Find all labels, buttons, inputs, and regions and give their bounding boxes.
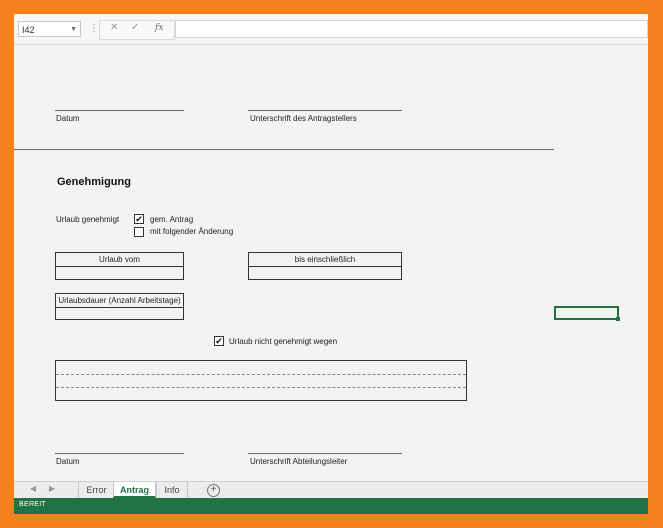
formula-input[interactable] xyxy=(175,20,648,38)
date-line-top xyxy=(55,110,184,111)
chevron-down-icon[interactable]: ▼ xyxy=(70,22,77,38)
worksheet[interactable]: Datum Unterschrift des Antragstellers Ge… xyxy=(14,45,648,482)
status-bar: BEREIT xyxy=(14,498,648,514)
check-icon: ✔ xyxy=(135,214,143,224)
drag-handle-icon[interactable]: ⋮ xyxy=(89,23,99,34)
selected-cell-I42[interactable] xyxy=(554,306,620,321)
tab-antrag[interactable]: Antrag xyxy=(113,482,156,498)
with-changes-label: mit folgender Änderung xyxy=(150,227,234,236)
applicant-signature-label: Unterschrift des Antragstellers xyxy=(250,114,357,123)
leave-duration-label: Urlaubsdauer (Anzahl Arbeitstage) xyxy=(56,294,183,308)
cancel-icon[interactable]: ✕ xyxy=(110,22,118,33)
formula-buttons: ✕ ✓ fx xyxy=(99,20,175,40)
approval-heading: Genehmigung xyxy=(57,176,131,188)
name-box[interactable]: I42 ▼ xyxy=(18,21,81,37)
sheet-tabs-bar: ◀ ▶ Error Antrag Info + xyxy=(14,481,648,499)
add-sheet-icon[interactable]: + xyxy=(207,484,220,497)
leave-until-cell[interactable] xyxy=(249,267,401,280)
not-approved-label: Urlaub nicht genehmigt wegen xyxy=(229,337,338,346)
checkbox-as-requested[interactable]: ✔ xyxy=(134,214,144,224)
leave-until-label: bis einschließlich xyxy=(249,253,401,267)
leave-from-cell[interactable] xyxy=(56,267,183,280)
date-label-top: Datum xyxy=(56,114,80,123)
check-icon[interactable]: ✓ xyxy=(131,22,139,33)
signature-line-bottom xyxy=(248,453,402,454)
insert-function-icon[interactable]: fx xyxy=(155,23,163,33)
excel-window: I42 ▼ ⋮ ✕ ✓ fx Datum Unterschrift des An… xyxy=(14,14,648,514)
leave-duration-box: Urlaubsdauer (Anzahl Arbeitstage) xyxy=(55,293,184,320)
as-requested-label: gem. Antrag xyxy=(150,215,194,224)
leave-from-box: Urlaub vom xyxy=(55,252,184,280)
reason-box[interactable] xyxy=(55,360,467,401)
name-box-value: I42 xyxy=(22,25,35,35)
section-divider xyxy=(14,149,554,150)
date-label-bottom: Datum xyxy=(56,457,80,466)
date-line-bottom xyxy=(55,453,184,454)
leave-duration-cell[interactable] xyxy=(56,308,183,321)
formula-bar: I42 ▼ ⋮ ✕ ✓ fx xyxy=(14,14,648,45)
leave-approved-label: Urlaub genehmigt xyxy=(56,215,120,224)
leave-until-box: bis einschließlich xyxy=(248,252,402,280)
leave-from-label: Urlaub vom xyxy=(56,253,183,267)
fill-handle[interactable] xyxy=(616,317,620,321)
tab-info[interactable]: Info xyxy=(156,482,188,498)
reason-line-1 xyxy=(56,374,466,375)
tab-error[interactable]: Error xyxy=(78,482,114,498)
previous-sheet-icon[interactable]: ◀ xyxy=(30,484,36,493)
manager-signature-label: Unterschrift Abteilungsleiter xyxy=(250,457,348,466)
reason-line-2 xyxy=(56,387,466,388)
check-icon: ✔ xyxy=(215,336,223,346)
checkbox-not-approved[interactable]: ✔ xyxy=(214,336,224,346)
checkbox-with-changes[interactable] xyxy=(134,227,144,237)
next-sheet-icon[interactable]: ▶ xyxy=(49,484,55,493)
signature-line-top xyxy=(248,110,402,111)
status-text: BEREIT xyxy=(19,501,47,508)
